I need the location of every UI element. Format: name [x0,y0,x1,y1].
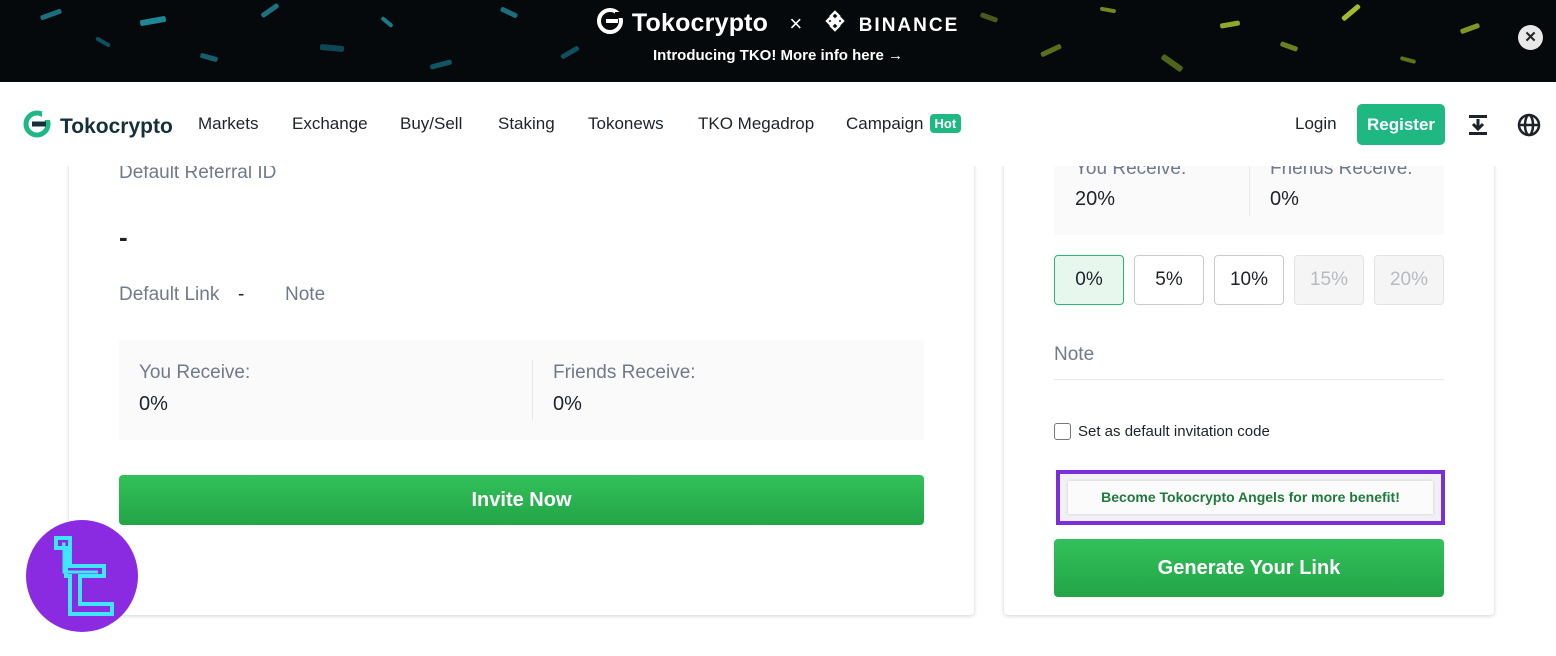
globe-icon[interactable] [1517,113,1541,142]
nav-buy-sell[interactable]: Buy/Sell [400,114,462,134]
percent-option-10[interactable]: 10% [1214,255,1284,305]
friends-receive-value: 0% [553,393,582,415]
default-referral-id-value: - [119,222,128,252]
nav-markets[interactable]: Markets [198,114,258,134]
default-receive-box: You Receive: 0% Friends Receive: 0% [119,340,924,440]
nav-exchange[interactable]: Exchange [292,114,368,134]
percent-option-0[interactable]: 0% [1054,255,1124,305]
percent-option-15: 15% [1294,255,1364,305]
friends-receive-label: Friends Receive: [553,362,696,383]
tc-watermark-logo [26,520,138,632]
nav-tokonews[interactable]: Tokonews [588,114,664,134]
binance-logo-icon [824,10,846,39]
angels-highlight: Become Tokocrypto Angels for more benefi… [1056,470,1445,525]
default-link-label: Default Link [119,284,220,305]
top-nav: Tokocrypto Markets Exchange Buy/Sell Sta… [0,82,1556,166]
invite-now-button[interactable]: Invite Now [119,475,924,525]
download-icon[interactable] [1467,113,1489,142]
banner-brandline: Tokocrypto × BINANCE [0,8,1556,41]
generate-link-button[interactable]: Generate Your Link [1054,539,1444,597]
hot-badge: Hot [929,114,962,133]
site-logo[interactable]: Tokocrypto [22,109,173,144]
banner-partner: BINANCE [858,15,960,37]
note-input[interactable]: Note [1054,344,1094,366]
nav-campaign-label: Campaign [846,114,924,133]
register-button[interactable]: Register [1357,104,1445,145]
banner-subtitle-link[interactable]: Introducing TKO! More info here → [0,47,1556,64]
default-note-label: Note [285,284,326,305]
percent-option-20: 20% [1374,255,1444,305]
logo-text: Tokocrypto [60,114,173,138]
close-icon[interactable]: ✕ [1518,25,1543,50]
banner-brand: Tokocrypto [631,9,769,38]
you-receive-value: 20% [1075,188,1116,210]
nav-tko-megadrop[interactable]: TKO Megadrop [698,114,814,134]
tokocrypto-logo-icon [22,109,56,144]
percent-option-5[interactable]: 5% [1134,255,1204,305]
banner-times: × [789,11,803,37]
receive-divider [1249,164,1250,216]
nav-campaign[interactable]: Campaign Hot [846,114,962,134]
nav-staking[interactable]: Staking [498,114,555,134]
login-link[interactable]: Login [1295,114,1337,134]
default-link-value: - [238,284,245,305]
tokocrypto-logo-icon [596,8,623,41]
default-code-checkbox[interactable] [1054,423,1071,440]
note-input-underline [1054,379,1444,380]
you-receive-label: You Receive: [139,362,251,383]
default-code-checkbox-label[interactable]: Set as default invitation code [1078,423,1270,440]
angels-banner-link[interactable]: Become Tokocrypto Angels for more benefi… [1068,481,1433,514]
promo-banner[interactable]: Tokocrypto × BINANCE Introducing TKO! Mo… [0,0,1556,82]
receive-divider [532,360,533,420]
you-receive-value: 0% [139,393,168,415]
friends-receive-value: 0% [1270,188,1299,210]
